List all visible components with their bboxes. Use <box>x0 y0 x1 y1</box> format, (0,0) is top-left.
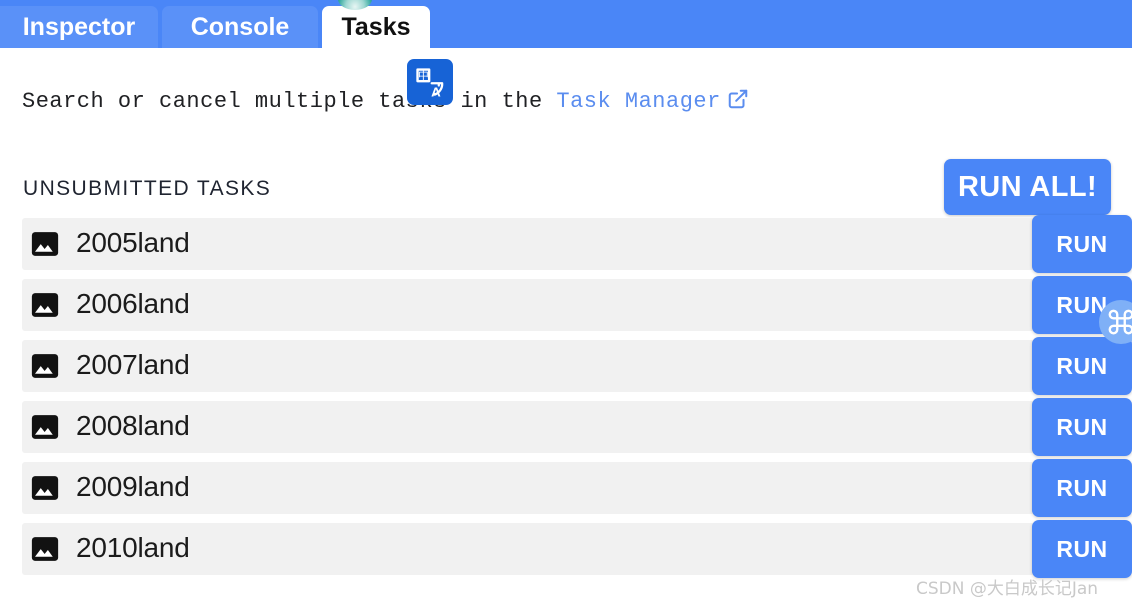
task-manager-link[interactable]: Task Manager <box>556 89 720 114</box>
image-icon <box>30 412 60 442</box>
tab-tasks-label: Tasks <box>341 12 411 41</box>
run-button-label: RUN <box>1056 413 1108 440</box>
task-row[interactable]: 2009land RUN <box>22 459 1132 517</box>
run-button[interactable]: RUN <box>1032 215 1132 273</box>
run-all-button[interactable]: RUN ALL! <box>944 159 1111 215</box>
task-name: 2005land <box>76 227 190 258</box>
run-button[interactable]: RUN <box>1032 398 1132 456</box>
external-link-icon[interactable] <box>727 88 749 117</box>
task-name: 2007land <box>76 349 190 380</box>
task-list: 2005land RUN 2006land RUN 2007land RUN 2… <box>0 215 1132 584</box>
run-all-button-label: RUN ALL! <box>957 170 1098 203</box>
watermark: CSDN @大白成长记Jan <box>916 579 1099 599</box>
task-name: 2010land <box>76 532 190 563</box>
task-row[interactable]: 2008land RUN <box>22 398 1132 456</box>
task-row[interactable]: 2005land RUN <box>22 215 1132 273</box>
task-manager-link-label: Task Manager <box>556 89 721 114</box>
image-icon <box>30 534 60 564</box>
task-name: 2008land <box>76 410 190 441</box>
task-row[interactable]: 2007land RUN <box>22 337 1132 395</box>
image-icon <box>30 290 60 320</box>
unsubmitted-tasks-title: UNSUBMITTED TASKS <box>23 177 272 200</box>
run-button-label: RUN <box>1056 352 1108 379</box>
panel-description: Search or cancel multiple tasks in the T… <box>22 88 749 117</box>
task-name: 2006land <box>76 288 190 319</box>
run-button-label: RUN <box>1056 474 1108 501</box>
tab-console[interactable]: Console <box>162 6 318 48</box>
tab-inspector[interactable]: Inspector <box>0 6 158 48</box>
panel-description-text: Search or cancel multiple tasks in the <box>22 89 557 114</box>
image-icon <box>30 351 60 381</box>
task-row[interactable]: 2006land RUN <box>22 276 1132 334</box>
task-row[interactable]: 2010land RUN <box>22 520 1132 578</box>
tasks-panel: Search or cancel multiple tasks in the T… <box>0 48 1132 606</box>
run-button[interactable]: RUN <box>1032 459 1132 517</box>
tab-bar: Inspector Console Tasks <box>0 0 1132 48</box>
tab-inspector-label: Inspector <box>22 12 136 41</box>
section-header: UNSUBMITTED TASKS RUN ALL! <box>0 156 1132 226</box>
run-button[interactable]: RUN <box>1032 337 1132 395</box>
run-button-label: RUN <box>1056 535 1108 562</box>
run-button[interactable]: RUN <box>1032 520 1132 578</box>
translate-icon[interactable]: 中 A <box>407 59 453 105</box>
tab-tasks[interactable]: Tasks <box>322 6 430 48</box>
image-icon <box>30 229 60 259</box>
run-button-label: RUN <box>1056 230 1108 257</box>
svg-text:A: A <box>431 84 441 99</box>
svg-text:中: 中 <box>418 69 429 82</box>
tab-console-label: Console <box>190 12 290 41</box>
task-name: 2009land <box>76 471 190 502</box>
image-icon <box>30 473 60 503</box>
